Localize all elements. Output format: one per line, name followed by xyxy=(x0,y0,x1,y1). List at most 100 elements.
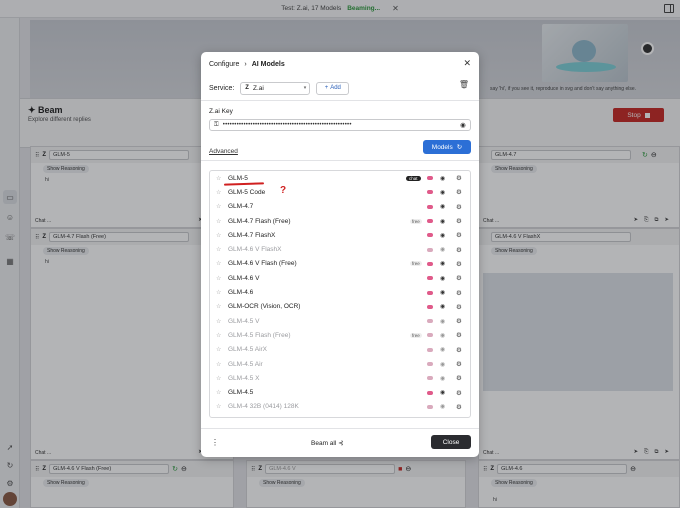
capability-toggle[interactable] xyxy=(427,376,433,381)
eye-off-icon[interactable]: ◉ xyxy=(460,121,466,129)
star-icon[interactable]: ☆ xyxy=(216,346,221,353)
star-icon[interactable]: ☆ xyxy=(216,332,221,339)
model-row[interactable]: ☆ GLM-4.6 V Flash (Free) free ◉ ⚙ xyxy=(210,257,470,271)
beam-all-button[interactable]: Beam all ⊰ xyxy=(311,439,344,447)
star-icon[interactable]: ☆ xyxy=(216,318,221,325)
capability-toggle[interactable] xyxy=(427,204,433,209)
capability-toggle[interactable] xyxy=(427,404,433,409)
capability-toggle[interactable] xyxy=(427,333,433,338)
star-icon[interactable]: ☆ xyxy=(216,375,221,382)
eye-icon[interactable]: ◉ xyxy=(440,260,445,267)
eye-icon[interactable]: ◉ xyxy=(440,203,445,210)
capability-toggle[interactable] xyxy=(427,190,433,195)
capability-toggle[interactable] xyxy=(427,176,433,181)
eye-icon[interactable]: ◉ xyxy=(440,232,445,239)
gear-icon[interactable]: ⚙ xyxy=(456,360,462,368)
eye-icon[interactable]: ◉ xyxy=(440,175,445,182)
gear-icon[interactable]: ⚙ xyxy=(456,274,462,282)
eye-icon[interactable]: ◉ xyxy=(440,361,445,368)
gear-icon[interactable]: ⚙ xyxy=(456,217,462,225)
add-service-button[interactable]: + Add xyxy=(316,81,350,95)
divider xyxy=(201,160,479,161)
gear-icon[interactable]: ⚙ xyxy=(456,203,462,211)
beam-all-label: Beam all xyxy=(311,440,337,447)
capability-toggle[interactable] xyxy=(427,276,433,281)
star-icon[interactable]: ☆ xyxy=(216,246,221,253)
models-refresh-button[interactable]: Models ↻ xyxy=(423,140,471,154)
gear-icon[interactable]: ⚙ xyxy=(456,289,462,297)
gear-icon[interactable]: ⚙ xyxy=(456,317,462,325)
close-button[interactable]: Close xyxy=(431,435,471,449)
gear-icon[interactable]: ⚙ xyxy=(456,174,462,182)
model-row[interactable]: ☆ GLM-4.5 ◉ ⚙ xyxy=(210,385,470,399)
eye-icon[interactable]: ◉ xyxy=(440,218,445,225)
star-icon[interactable]: ☆ xyxy=(216,303,221,310)
gear-icon[interactable]: ⚙ xyxy=(456,246,462,254)
advanced-link[interactable]: Advanced xyxy=(209,148,238,155)
star-icon[interactable]: ☆ xyxy=(216,175,221,182)
model-row[interactable]: ☆ GLM-4.5 X ◉ ⚙ xyxy=(210,371,470,385)
capability-toggle[interactable] xyxy=(427,319,433,324)
star-icon[interactable]: ☆ xyxy=(216,389,221,396)
eye-icon[interactable]: ◉ xyxy=(440,318,445,325)
star-icon[interactable]: ☆ xyxy=(216,361,221,368)
capability-toggle[interactable] xyxy=(427,219,433,224)
model-row[interactable]: ☆ GLM-4.6 ◉ ⚙ xyxy=(210,285,470,299)
model-row[interactable]: ☆ GLM-4.6 V ◉ ⚙ xyxy=(210,271,470,285)
capability-toggle[interactable] xyxy=(427,362,433,366)
eye-icon[interactable]: ◉ xyxy=(440,375,445,382)
gear-icon[interactable]: ⚙ xyxy=(456,403,462,411)
gear-icon[interactable]: ⚙ xyxy=(456,346,462,354)
chevron-right-icon: › xyxy=(244,60,247,68)
breadcrumb-configure[interactable]: Configure xyxy=(209,61,239,68)
api-key-field[interactable]: ⚿ ••••••••••••••••••••••••••••••••••••••… xyxy=(209,119,471,131)
star-icon[interactable]: ☆ xyxy=(216,232,221,239)
model-row[interactable]: ☆ GLM-4.7 FlashX ◉ ⚙ xyxy=(210,228,470,242)
eye-icon[interactable]: ◉ xyxy=(440,332,445,339)
model-row[interactable]: ☆ GLM-4.5 AirX ◉ ⚙ xyxy=(210,343,470,357)
trash-icon[interactable]: 🗑 xyxy=(459,80,469,89)
capability-toggle[interactable] xyxy=(427,390,433,395)
model-row[interactable]: ☆ GLM-4 32B (0414) 128K ◉ ⚙ xyxy=(210,400,470,414)
gear-icon[interactable]: ⚙ xyxy=(456,188,462,196)
model-row[interactable]: ☆ GLM-4.5 Flash (Free) free ◉ ⚙ xyxy=(210,328,470,342)
gear-icon[interactable]: ⚙ xyxy=(456,231,462,239)
gear-icon[interactable]: ⚙ xyxy=(456,303,462,311)
eye-icon[interactable]: ◉ xyxy=(440,303,445,310)
model-row[interactable]: ☆ GLM-4.7 Flash (Free) free ◉ ⚙ xyxy=(210,214,470,228)
star-icon[interactable]: ☆ xyxy=(216,203,221,210)
more-options-icon[interactable]: ⋮ xyxy=(211,438,219,447)
capability-toggle[interactable] xyxy=(427,347,433,352)
model-row[interactable]: ☆ GLM-4.6 V FlashX ◉ ⚙ xyxy=(210,242,470,256)
model-row[interactable]: ☆ GLM-4.7 ◉ ⚙ xyxy=(210,200,470,214)
star-icon[interactable]: ☆ xyxy=(216,289,221,296)
gear-icon[interactable]: ⚙ xyxy=(456,331,462,339)
close-icon[interactable]: ✕ xyxy=(463,58,471,69)
eye-icon[interactable]: ◉ xyxy=(440,289,445,296)
model-row[interactable]: ☆ GLM-4.5 Air ◉ ⚙ xyxy=(210,357,470,371)
eye-icon[interactable]: ◉ xyxy=(440,189,445,196)
model-row[interactable]: ☆ GLM-OCR (Vision, OCR) ◉ ⚙ xyxy=(210,300,470,314)
eye-icon[interactable]: ◉ xyxy=(440,346,445,353)
capability-toggle[interactable] xyxy=(427,247,433,252)
star-icon[interactable]: ☆ xyxy=(216,189,221,196)
eye-icon[interactable]: ◉ xyxy=(440,389,445,396)
star-icon[interactable]: ☆ xyxy=(216,403,221,410)
capability-toggle[interactable] xyxy=(427,261,433,266)
star-icon[interactable]: ☆ xyxy=(216,275,221,282)
model-name: GLM-4.7 Flash (Free) xyxy=(228,217,291,225)
model-row[interactable]: ☆ GLM-4.5 V ◉ ⚙ xyxy=(210,314,470,328)
gear-icon[interactable]: ⚙ xyxy=(456,260,462,268)
gear-icon[interactable]: ⚙ xyxy=(456,389,462,397)
service-select[interactable]: Z Z.ai ▾ xyxy=(240,81,311,95)
eye-icon[interactable]: ◉ xyxy=(440,275,445,282)
capability-toggle[interactable] xyxy=(427,304,433,309)
gear-icon[interactable]: ⚙ xyxy=(456,374,462,382)
model-row[interactable]: ☆ GLM-5 Code ◉ ⚙ xyxy=(210,185,470,199)
eye-icon[interactable]: ◉ xyxy=(440,403,445,410)
capability-toggle[interactable] xyxy=(427,290,433,295)
star-icon[interactable]: ☆ xyxy=(216,260,221,267)
eye-icon[interactable]: ◉ xyxy=(440,246,445,253)
star-icon[interactable]: ☆ xyxy=(216,218,221,225)
capability-toggle[interactable] xyxy=(427,233,433,238)
